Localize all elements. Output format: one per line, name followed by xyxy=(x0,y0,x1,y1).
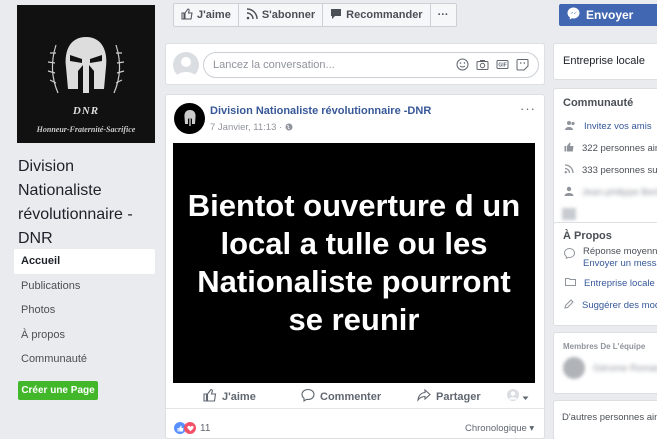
post-author-name[interactable]: Division Nationaliste révolutionnaire -D… xyxy=(210,105,431,117)
thumbs-up-icon xyxy=(203,388,217,405)
post-actions: J'aime Commenter Partager xyxy=(166,385,544,409)
user-avatar-icon xyxy=(507,389,519,404)
react-as-selector[interactable] xyxy=(507,389,529,404)
speech-bubble-icon xyxy=(330,8,342,23)
team-member-row[interactable]: Gérome Roman xyxy=(554,351,657,379)
pencil-icon xyxy=(564,298,574,312)
post-like-button[interactable]: J'aime xyxy=(203,388,256,405)
follows-count: 333 personnes suivent ça xyxy=(582,164,657,176)
post-share-button[interactable]: Partager xyxy=(417,388,481,405)
comment-icon xyxy=(301,388,315,405)
post-image[interactable]: Bientot ouverture d un local a tulle ou … xyxy=(173,143,535,383)
follow-button[interactable]: S'abonner xyxy=(239,4,324,26)
globe-icon xyxy=(285,123,293,134)
others-like-title: D'autres personnes aiment xyxy=(562,412,657,423)
post-timestamp[interactable]: 7 Janvier, 11:13 · xyxy=(210,122,293,134)
page-profile-picture[interactable]: DNR Honneur-Fraternité-Sacrifice xyxy=(17,5,155,143)
svg-text:GIF: GIF xyxy=(498,63,506,69)
messenger-icon xyxy=(563,247,576,272)
chevron-down-icon xyxy=(522,390,529,404)
nav-item-a-propos[interactable]: À propos xyxy=(14,323,155,348)
likes-count: 322 personnes aiment ça xyxy=(582,142,657,154)
post-comment-button[interactable]: Commenter xyxy=(301,388,381,405)
comment-sort-selector[interactable]: Chronologique ▾ xyxy=(465,423,534,434)
send-message-button[interactable]: Envoyer xyxy=(559,4,657,26)
person-icon xyxy=(564,186,574,199)
post-options-button[interactable]: ··· xyxy=(520,101,536,116)
invite-friends-link: Invitez vos amis xyxy=(584,120,652,132)
sticker-icon[interactable] xyxy=(516,58,530,72)
about-category-row[interactable]: Entreprise locale xyxy=(554,272,657,294)
create-page-button[interactable]: Créer une Page xyxy=(18,381,98,400)
gif-icon[interactable]: GIF xyxy=(496,58,510,72)
post-footer: 11 Chronologique ▾ xyxy=(166,418,544,438)
others-like-box: D'autres personnes aiment xyxy=(553,400,657,439)
share-arrow-icon xyxy=(417,388,431,405)
send-message-label: Envoyer xyxy=(586,8,634,22)
send-message-link[interactable]: Envoyer un message xyxy=(583,258,657,270)
messenger-icon xyxy=(567,7,580,23)
about-category-link: Entreprise locale xyxy=(584,277,655,289)
post-card: Division Nationaliste révolutionnaire -D… xyxy=(165,94,545,439)
post-date: 7 Janvier, 11:13 · xyxy=(210,122,285,133)
friend-name-blurred: Jean-philippe Bertrand xyxy=(582,186,657,198)
rss-icon xyxy=(246,7,258,23)
spartan-helmet-logo xyxy=(47,36,125,93)
like-page-label: J'aime xyxy=(197,9,231,21)
post-image-text: Bientot ouverture d un local a tulle ou … xyxy=(187,188,521,337)
love-reaction-icon xyxy=(184,422,196,434)
nav-item-photos[interactable]: Photos xyxy=(14,298,155,323)
more-options-button[interactable]: ··· xyxy=(431,4,456,26)
category-box: Entreprise locale xyxy=(553,43,657,80)
cover-motto: Honneur-Fraternité-Sacrifice xyxy=(36,124,136,134)
reaction-summary[interactable]: 11 xyxy=(174,422,210,434)
team-title: Membres De L'équipe xyxy=(563,342,646,351)
cover-abbr: DNR xyxy=(72,104,100,117)
about-box: À Propos Réponse moyenne Envoyer un mess… xyxy=(553,222,657,326)
response-row: Réponse moyenne Envoyer un message xyxy=(554,246,657,272)
post-share-label: Partager xyxy=(436,390,481,403)
nav-item-communaute[interactable]: Communauté xyxy=(14,347,155,372)
recommend-button[interactable]: Recommander xyxy=(323,4,431,26)
about-title[interactable]: À Propos xyxy=(554,223,657,246)
people-icon xyxy=(564,120,576,133)
avatar xyxy=(563,357,585,379)
post-author-avatar[interactable] xyxy=(174,103,205,134)
nav-item-publications[interactable]: Publications xyxy=(14,274,155,299)
recommend-label: Recommander xyxy=(346,9,423,21)
composer-tools: GIF xyxy=(456,58,530,72)
avatar xyxy=(562,208,576,220)
friend-likes-row[interactable]: Jean-philippe Bertrand xyxy=(554,181,657,203)
team-member-name: Gérome Roman xyxy=(593,362,657,374)
left-nav: Accueil Publications Photos À propos Com… xyxy=(14,249,155,372)
post-composer: Lancez la conversation... GIF xyxy=(165,43,545,85)
page-category[interactable]: Entreprise locale xyxy=(554,44,657,67)
nav-item-accueil[interactable]: Accueil xyxy=(14,249,155,274)
follow-label: S'abonner xyxy=(261,9,316,21)
suggest-edits-row[interactable]: Suggérer des modifications xyxy=(554,294,657,316)
thumbs-up-icon xyxy=(564,142,574,155)
response-time-label: Réponse moyenne xyxy=(583,246,657,257)
post-comment-label: Commenter xyxy=(320,390,382,403)
suggest-edits-link: Suggérer des modifications xyxy=(582,299,657,311)
page-title[interactable]: Division Nationaliste révolutionnaire - … xyxy=(18,155,148,251)
like-page-button[interactable]: J'aime xyxy=(174,4,239,26)
emoji-icon[interactable] xyxy=(456,58,470,72)
avatar xyxy=(173,52,199,78)
community-title[interactable]: Communauté xyxy=(554,89,657,115)
thumbs-up-icon xyxy=(181,7,193,23)
page-action-bar: J'aime S'abonner Recommander ··· xyxy=(173,3,457,27)
follows-count-row: 333 personnes suivent ça xyxy=(554,159,657,181)
folder-icon xyxy=(564,277,576,289)
likes-count-row: 322 personnes aiment ça xyxy=(554,137,657,159)
rss-icon xyxy=(564,163,574,177)
team-box: Membres De L'équipe Gérome Roman xyxy=(553,332,657,394)
reaction-count: 11 xyxy=(200,422,211,434)
camera-icon[interactable] xyxy=(476,58,490,72)
invite-friends-row[interactable]: Invitez vos amis xyxy=(554,115,657,137)
post-like-label: J'aime xyxy=(222,390,256,403)
